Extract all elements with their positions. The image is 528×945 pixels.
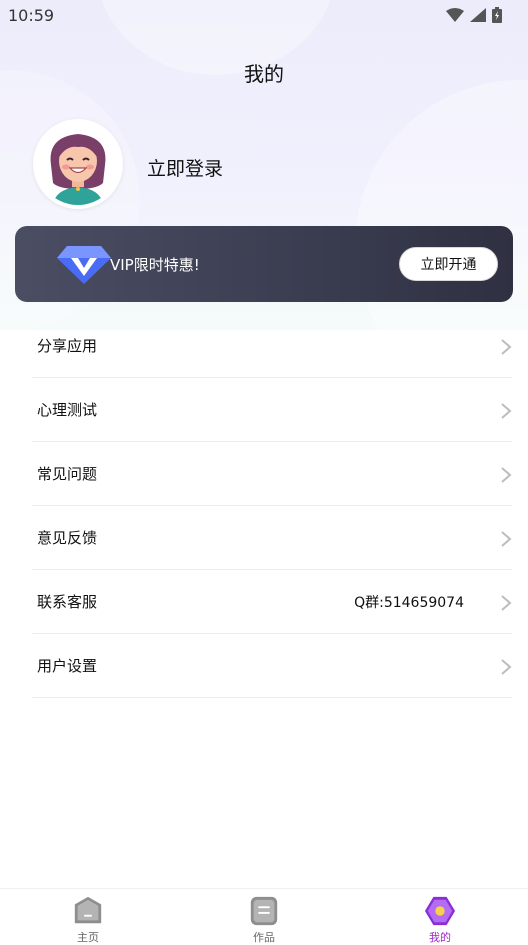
profile-icon (424, 896, 456, 926)
tab-works[interactable]: 作品 (176, 889, 352, 945)
menu-item-faq[interactable]: 常见问题 (32, 442, 512, 506)
tab-label: 我的 (429, 931, 451, 944)
login-link[interactable]: 立即登录 (147, 154, 223, 181)
menu-item-label: 分享应用 (37, 337, 98, 355)
chevron-right-icon (501, 659, 512, 675)
menu-item-user-settings[interactable]: 用户设置 (32, 634, 512, 698)
chevron-right-icon (501, 339, 512, 355)
avatar[interactable] (33, 119, 123, 209)
chevron-right-icon (501, 531, 512, 547)
home-icon (74, 896, 102, 924)
vip-activate-button[interactable]: 立即开通 (399, 247, 498, 281)
support-qq-group: Q群:514659074 (354, 594, 464, 611)
menu-item-label: 联系客服 (37, 593, 98, 611)
page-title: 我的 (244, 62, 284, 86)
menu-item-label: 常见问题 (37, 465, 98, 483)
menu-item-feedback[interactable]: 意见反馈 (32, 506, 512, 570)
status-icons (446, 7, 502, 23)
wifi-icon (446, 8, 464, 22)
status-bar: 10:59 (0, 0, 528, 30)
menu-item-share[interactable]: 分享应用 (32, 314, 512, 378)
settings-menu: 分享应用 心理测试 常见问题 意见反馈 联系客服 Q群:514659074 用户… (0, 314, 528, 698)
signal-icon (470, 8, 486, 22)
tab-home[interactable]: 主页 (0, 889, 176, 945)
status-time: 10:59 (8, 5, 55, 25)
menu-item-label: 心理测试 (37, 401, 98, 419)
menu-item-label: 意见反馈 (37, 529, 98, 547)
tab-label: 主页 (77, 931, 99, 944)
vip-promo-text: VIP限时特惠! (110, 256, 200, 274)
tab-profile[interactable]: 我的 (352, 889, 528, 945)
chevron-right-icon (501, 595, 512, 611)
tab-label: 作品 (253, 931, 275, 944)
menu-item-contact-support[interactable]: 联系客服 Q群:514659074 (32, 570, 512, 634)
battery-icon (492, 7, 502, 23)
diamond-icon (57, 246, 111, 284)
user-avatar-icon (50, 134, 106, 205)
menu-item-label: 用户设置 (37, 657, 98, 675)
chevron-right-icon (501, 403, 512, 419)
works-icon (250, 896, 278, 926)
vip-banner[interactable]: VIP限时特惠! 立即开通 (15, 226, 513, 302)
menu-item-psych-test[interactable]: 心理测试 (32, 378, 512, 442)
chevron-right-icon (501, 467, 512, 483)
bottom-tab-bar: 主页 作品 我的 (0, 888, 528, 945)
